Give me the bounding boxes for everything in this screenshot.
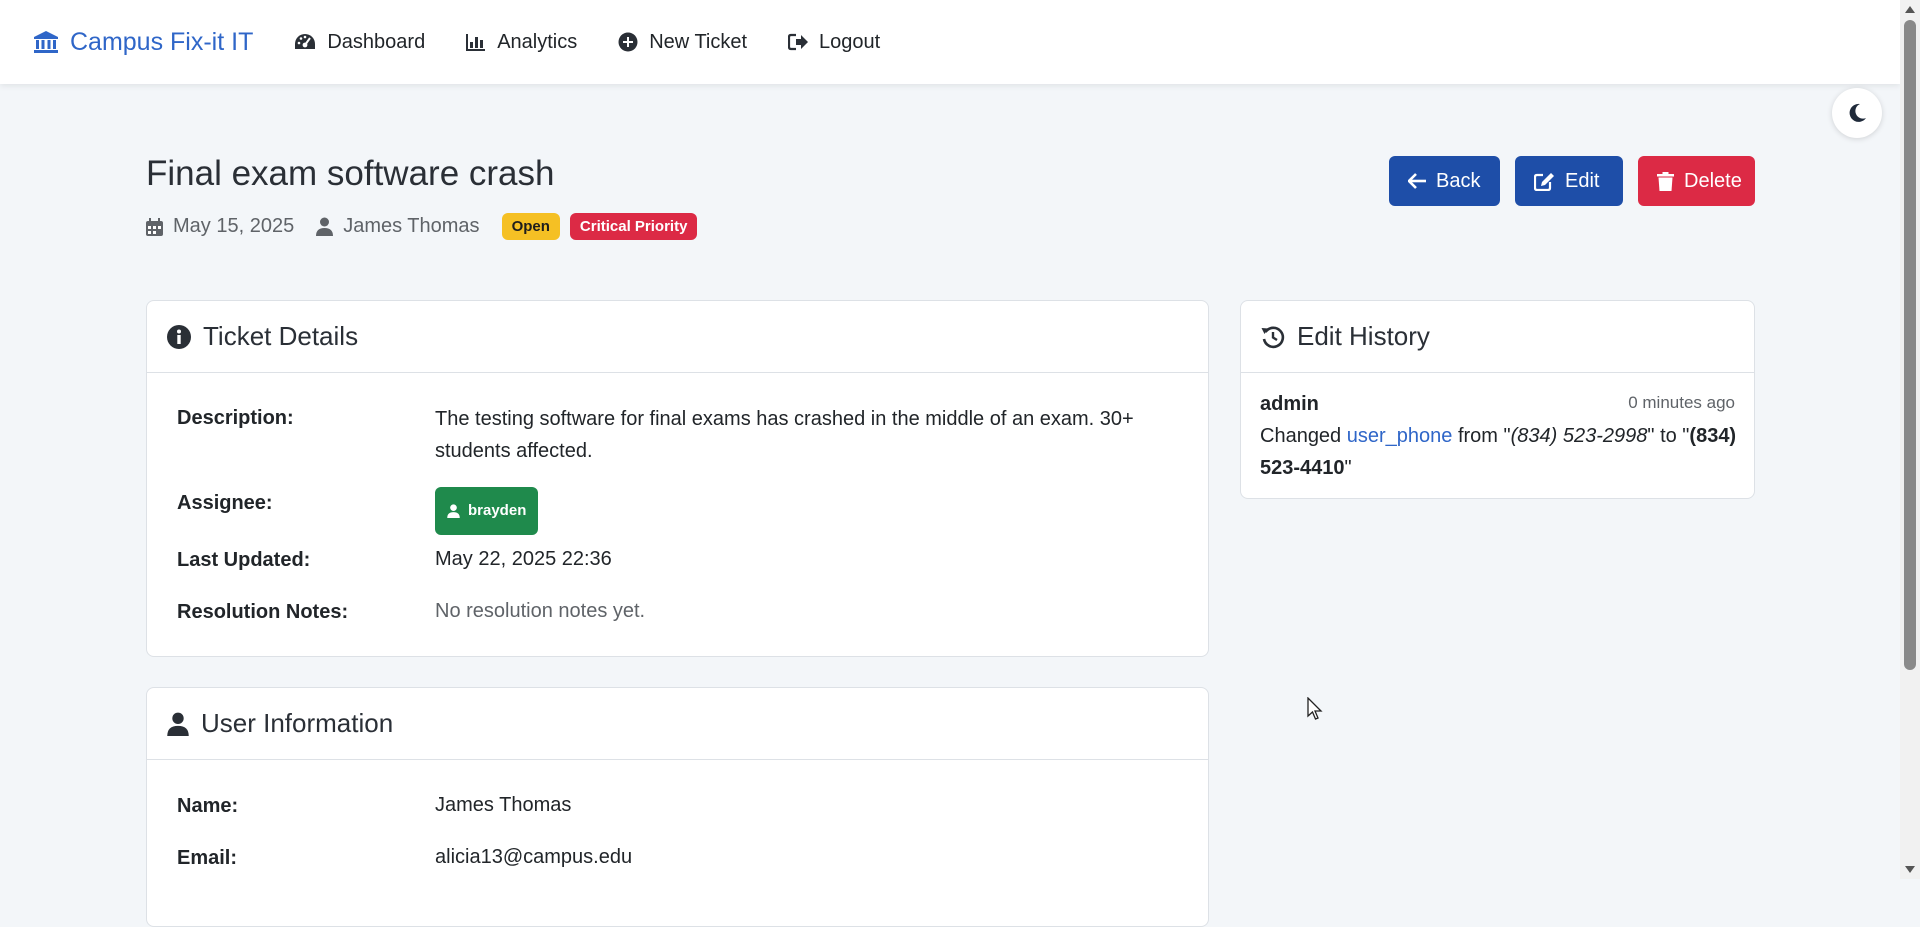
- ticket-actions: Back Edit Delete: [1389, 156, 1755, 206]
- user-information-header: User Information: [147, 688, 1208, 760]
- trash-icon: [1657, 171, 1674, 191]
- user-icon: [316, 217, 334, 236]
- edit-history-title: Edit History: [1297, 321, 1430, 351]
- navbar: Campus Fix-it IT Dashboard Analytics New…: [0, 0, 1900, 84]
- history-entry: Changed user_phone from "(834) 523-2998"…: [1260, 425, 1737, 479]
- name-label: Name:: [177, 795, 239, 817]
- ticket-details-title: Ticket Details: [203, 321, 359, 351]
- edit-icon: [1534, 172, 1555, 191]
- scrollbar-thumb[interactable]: [1904, 20, 1916, 670]
- nav-logout[interactable]: Logout: [788, 31, 880, 54]
- delete-label: Delete: [1684, 169, 1742, 192]
- user-icon: [447, 504, 460, 518]
- user-information-title: User Information: [201, 708, 394, 738]
- description-value: The testing software for final exams has…: [435, 408, 1134, 462]
- priority-badge: Critical Priority: [569, 213, 698, 240]
- ticket-details-header: Ticket Details: [147, 301, 1208, 373]
- edit-history-header: Edit History: [1241, 301, 1754, 373]
- moon-icon: [1847, 103, 1867, 123]
- nav-new-ticket[interactable]: New Ticket: [618, 31, 747, 54]
- bar-chart-icon: [466, 33, 486, 51]
- ticket-date-text: May 15, 2025: [173, 215, 295, 237]
- assignee-badge: brayden: [435, 487, 539, 535]
- history-time: 0 minutes ago: [1628, 393, 1735, 412]
- ticket-meta: May 15, 2025 James Thomas Open Critical …: [146, 213, 698, 240]
- assignee-name: brayden: [468, 502, 527, 519]
- mouse-cursor-icon: [1307, 697, 1323, 721]
- theme-toggle-button[interactable]: [1832, 88, 1882, 138]
- nav-logout-label: Logout: [819, 30, 881, 53]
- status-badge: Open: [501, 213, 560, 240]
- page-scrollbar[interactable]: [1900, 0, 1920, 879]
- plus-circle-icon: [618, 32, 638, 52]
- nav-analytics-label: Analytics: [497, 30, 578, 53]
- ticket-date: May 15, 2025: [146, 215, 294, 238]
- user-icon: [167, 712, 189, 736]
- last-updated-value: May 22, 2025 22:36: [435, 548, 612, 570]
- ticket-reporter: James Thomas: [316, 215, 480, 238]
- edit-label: Edit: [1565, 169, 1600, 192]
- scroll-up-arrow-icon[interactable]: [1905, 6, 1915, 13]
- gauge-icon: [294, 33, 316, 51]
- last-updated-label: Last Updated:: [177, 549, 311, 571]
- history-field[interactable]: user_phone: [1347, 425, 1453, 447]
- scroll-down-arrow-icon[interactable]: [1905, 866, 1915, 873]
- page-title: Final exam software crash: [146, 154, 555, 193]
- user-information-card: User Information Name: James Thomas Emai…: [146, 687, 1209, 927]
- brand-label: Campus Fix-it IT: [70, 27, 254, 56]
- edit-button[interactable]: Edit: [1515, 156, 1623, 206]
- history-old-value: (834) 523-2998: [1510, 425, 1648, 447]
- history-from: from: [1457, 425, 1498, 447]
- arrow-left-icon: [1408, 173, 1426, 189]
- nav-new-ticket-label: New Ticket: [649, 30, 748, 53]
- history-icon: [1261, 325, 1285, 349]
- email-value: alicia13@campus.edu: [435, 846, 633, 868]
- info-circle-icon: [167, 324, 191, 349]
- nav-analytics[interactable]: Analytics: [466, 31, 577, 54]
- history-to: to: [1660, 425, 1677, 447]
- sign-out-icon: [788, 33, 809, 51]
- delete-button[interactable]: Delete: [1638, 156, 1755, 206]
- history-changed: Changed: [1260, 425, 1342, 447]
- back-label: Back: [1436, 169, 1481, 192]
- back-button[interactable]: Back: [1389, 156, 1500, 206]
- resolution-notes-value: No resolution notes yet.: [435, 600, 646, 622]
- description-label: Description:: [177, 407, 294, 429]
- assignee-label: Assignee:: [177, 492, 273, 514]
- assignee-value: brayden: [435, 487, 539, 535]
- calendar-icon: [146, 217, 163, 236]
- name-value: James Thomas: [435, 794, 572, 816]
- history-user: admin: [1260, 393, 1319, 415]
- university-icon: [34, 31, 58, 53]
- brand-link[interactable]: Campus Fix-it IT: [34, 28, 253, 57]
- ticket-reporter-text: James Thomas: [343, 215, 480, 237]
- resolution-notes-label: Resolution Notes:: [177, 601, 349, 623]
- nav-dashboard-label: Dashboard: [327, 30, 426, 53]
- edit-history-card: Edit History admin 0 minutes ago Changed…: [1240, 300, 1755, 499]
- ticket-details-card: Ticket Details Description: The testing …: [146, 300, 1209, 657]
- nav-dashboard[interactable]: Dashboard: [294, 31, 425, 54]
- email-label: Email:: [177, 847, 238, 869]
